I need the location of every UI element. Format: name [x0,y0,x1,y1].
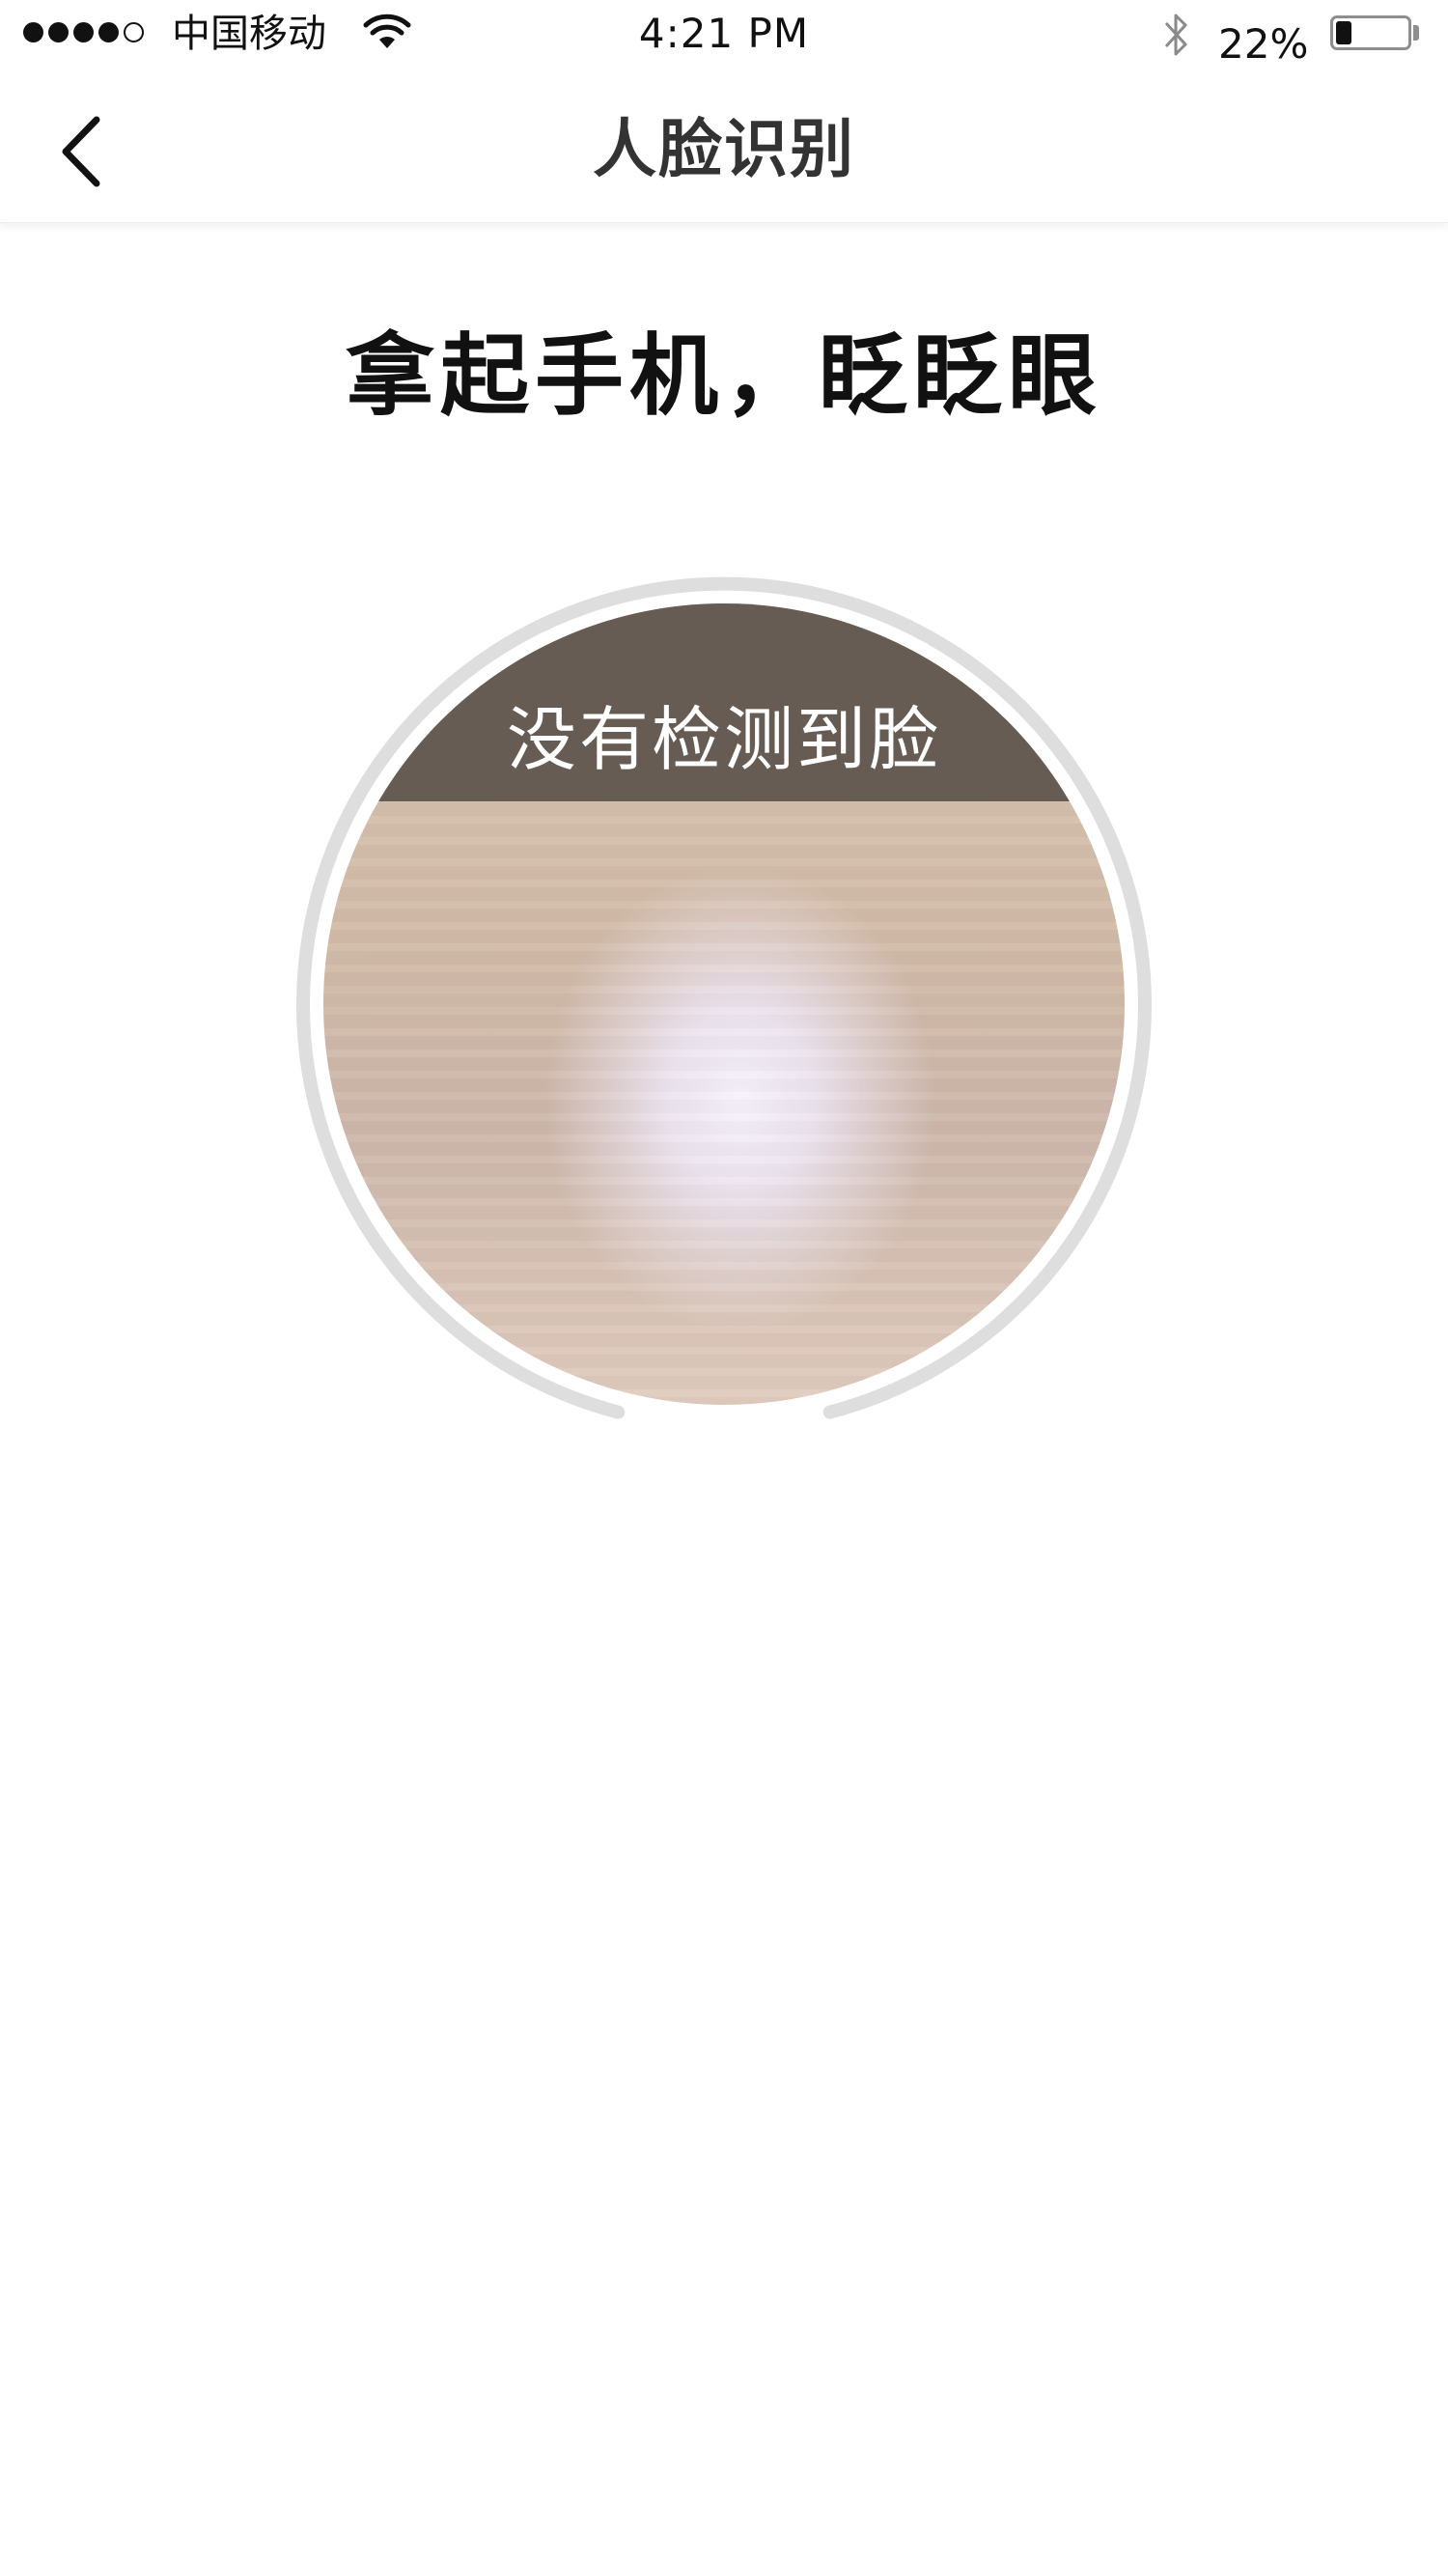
instruction-text: 拿起手机，眨眨眼 [345,324,1102,428]
face-detection-hint: 没有检测到脸 [506,699,941,780]
battery-tip [1413,25,1419,41]
battery-level-fill [1336,21,1351,44]
camera-preview: 没有检测到脸 [323,603,1125,1405]
status-bar: 中国移动 4:21 PM 22% [0,0,1448,70]
face-recognition-screen: 中国移动 4:21 PM 22% 人脸识别 拿起手机，眨眨眼 没有检测到脸 [0,0,1448,2576]
page-title: 人脸识别 [593,112,855,186]
hint-banner: 没有检测到脸 [323,603,1125,801]
battery-percent: 22% [1218,20,1309,68]
battery-icon [1330,15,1411,50]
navigation-bar: 人脸识别 [0,70,1448,223]
bluetooth-icon [1164,14,1187,56]
